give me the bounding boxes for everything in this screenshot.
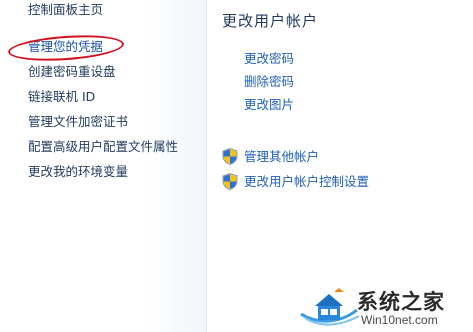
sidebar-item-manage-credentials[interactable]: 管理您的凭据	[28, 39, 103, 55]
change-password-link[interactable]: 更改密码	[244, 51, 294, 67]
house-logo-icon	[300, 288, 360, 326]
sidebar-item-file-encryption-certificates[interactable]: 管理文件加密证书	[28, 114, 128, 130]
page-title: 更改用户帐户	[222, 12, 319, 30]
uac-shield-icon	[222, 148, 238, 165]
sidebar-item-link-online-id[interactable]: 链接联机 ID	[28, 89, 95, 105]
uac-settings-label: 更改用户帐户控制设置	[244, 173, 370, 189]
sidebar-item-environment-variables[interactable]: 更改我的环境变量	[28, 164, 128, 180]
change-picture-link[interactable]: 更改图片	[244, 97, 294, 113]
sidebar-item-create-reset-disk[interactable]: 创建密码重设盘	[28, 64, 116, 80]
remove-password-link[interactable]: 删除密码	[244, 74, 294, 90]
watermark-title: 系统之家	[357, 289, 445, 314]
uac-settings-link[interactable]: 更改用户帐户控制设置	[222, 173, 369, 190]
manage-other-accounts-label: 管理其他帐户	[244, 148, 320, 164]
sidebar: 控制面板主页 管理您的凭据 创建密码重设盘 链接联机 ID 管理文件加密证书 配…	[0, 0, 207, 332]
sidebar-item-control-panel-home[interactable]: 控制面板主页	[28, 2, 103, 18]
manage-other-accounts-link[interactable]: 管理其他帐户	[222, 148, 319, 165]
watermark-url: Win10net.com	[361, 313, 438, 327]
sidebar-item-advanced-profile-properties[interactable]: 配置高级用户配置文件属性	[28, 139, 178, 155]
uac-shield-icon	[222, 173, 238, 190]
watermark: 系统之家 Win10net.com	[299, 282, 469, 332]
